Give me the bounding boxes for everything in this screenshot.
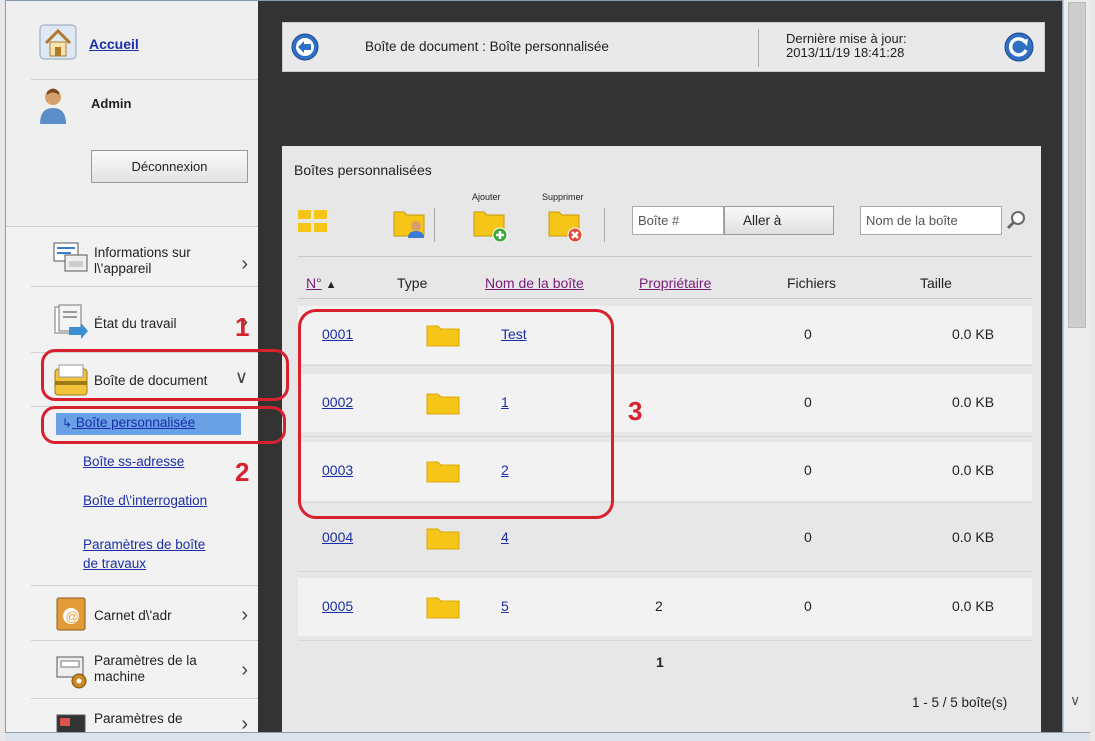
address-book-icon: @ — [56, 597, 86, 631]
box-number-input[interactable]: Boîte # — [632, 206, 724, 235]
machine-settings-icon — [56, 656, 87, 689]
menu-item-job-status[interactable]: État du travail › — [31, 287, 258, 353]
column-header-name-link[interactable]: Nom de la boîte — [485, 275, 584, 291]
column-header-name[interactable]: Nom de la boîte — [485, 275, 584, 291]
menu-item-machine-settings[interactable]: Paramètres de la machine › — [31, 641, 258, 699]
box-size: 0.0 KB — [952, 598, 995, 614]
box-number[interactable]: 0005 — [322, 598, 353, 614]
divider — [298, 298, 1032, 299]
last-update-label: Dernière mise à jour: — [786, 31, 907, 46]
add-label: Ajouter — [472, 192, 501, 202]
user-icon — [40, 88, 66, 124]
add-box-icon[interactable] — [472, 204, 512, 244]
box-number[interactable]: 0004 — [322, 529, 353, 545]
sidebar-header: Accueil Admin Déconnexion — [6, 1, 258, 227]
callout-oval-document-box — [41, 349, 289, 401]
box-owner: 2 — [655, 598, 663, 614]
menu-item-device-info[interactable]: Informations sur l\'appareil › — [31, 227, 258, 287]
submenu-item-job-box-settings[interactable]: Paramètres de boîte — [83, 537, 205, 552]
divider — [31, 79, 258, 80]
last-update-time: 2013/11/19 18:41:28 — [786, 45, 905, 60]
folder-icon — [426, 528, 460, 550]
menu-label: l\'appareil — [94, 261, 152, 276]
search-icon[interactable] — [1006, 210, 1026, 230]
breadcrumb: Boîte de document : Boîte personnalisée — [365, 39, 609, 54]
callout-number-2: 2 — [235, 457, 250, 487]
divider — [298, 571, 1032, 572]
submenu-item-subaddress-box[interactable]: Boîte ss-adresse — [83, 454, 184, 469]
column-header-owner[interactable]: Propriétaire — [639, 275, 711, 291]
list-view-icon[interactable] — [297, 206, 329, 236]
box-files: 0 — [804, 529, 812, 545]
column-header-files: Fichiers — [787, 275, 837, 291]
goto-button[interactable]: Aller à — [724, 206, 834, 235]
sort-ascending-icon: ▲ — [325, 279, 337, 291]
scroll-down-icon[interactable]: ∨ — [1070, 692, 1080, 709]
menu-item-settings[interactable]: Paramètres de › — [31, 699, 258, 733]
box-files: 0 — [804, 462, 812, 478]
page-header: Boîte de document : Boîte personnalisée … — [282, 22, 1045, 72]
callout-number-3: 3 — [628, 396, 643, 426]
callout-number-1: 1 — [235, 312, 250, 342]
home-icon[interactable] — [38, 23, 78, 61]
box-size: 0.0 KB — [952, 462, 995, 478]
divider — [758, 29, 759, 67]
scrollbar-thumb[interactable] — [1068, 2, 1086, 328]
box-name[interactable]: 4 — [501, 529, 509, 545]
box-files: 0 — [804, 326, 812, 342]
delete-label: Supprimer — [542, 192, 584, 202]
delete-box-icon[interactable] — [547, 204, 587, 244]
browser-frame: Accueil Admin Déconnexion Informations s… — [5, 0, 1063, 733]
chevron-right-icon: › — [241, 659, 248, 681]
column-header-number-link[interactable]: N° — [306, 275, 322, 291]
folder-icon — [426, 597, 460, 619]
submenu-item-polling-box[interactable]: Boîte d\'interrogation — [83, 493, 207, 508]
owner-box-icon[interactable] — [392, 204, 428, 240]
callout-oval-box-list — [298, 309, 614, 519]
job-status-icon — [54, 304, 88, 339]
box-files: 0 — [804, 598, 812, 614]
box-files: 0 — [804, 394, 812, 410]
vertical-scrollbar[interactable]: ∨ — [1063, 0, 1090, 733]
submenu-item-job-box-settings-2[interactable]: de travaux — [83, 556, 146, 571]
divider — [298, 640, 1032, 641]
box-size: 0.0 KB — [952, 326, 995, 342]
chevron-right-icon: › — [241, 713, 248, 733]
page-number[interactable]: 1 — [656, 654, 664, 670]
chevron-right-icon: › — [241, 253, 248, 275]
menu-label: Paramètres de — [94, 711, 183, 726]
user-name: Admin — [91, 96, 132, 111]
box-count: 1 - 5 / 5 boîte(s) — [912, 695, 1008, 710]
callout-oval-custom-box — [41, 406, 286, 444]
box-size: 0.0 KB — [952, 394, 995, 410]
column-header-size: Taille — [920, 275, 952, 291]
divider — [298, 256, 1032, 257]
svg-text:@: @ — [66, 609, 79, 624]
refresh-icon[interactable] — [1004, 32, 1034, 62]
device-info-icon — [53, 242, 88, 272]
box-name[interactable]: 5 — [501, 598, 509, 614]
menu-label: Paramètres de la — [94, 653, 197, 668]
menu-label: État du travail — [94, 316, 177, 331]
column-header-owner-link[interactable]: Propriétaire — [639, 275, 711, 291]
table-row[interactable]: 0005 5 2 0 0.0 KB — [298, 578, 1032, 636]
logout-button[interactable]: Déconnexion — [91, 150, 248, 183]
menu-label: machine — [94, 669, 146, 684]
toolbar-separator — [434, 208, 435, 242]
panel-title: Boîtes personnalisées — [294, 162, 432, 178]
box-name-search-input[interactable]: Nom de la boîte — [860, 206, 1002, 235]
settings-icon — [56, 714, 86, 732]
menu-label: Carnet d\'adr — [94, 608, 172, 623]
chevron-right-icon: › — [241, 604, 248, 626]
box-size: 0.0 KB — [952, 529, 995, 545]
menu-item-address-book[interactable]: @ Carnet d\'adr › — [31, 585, 258, 641]
last-update: Dernière mise à jour: 2013/11/19 18:41:2… — [786, 32, 907, 60]
column-header-number[interactable]: N° ▲ — [306, 275, 337, 291]
column-header-type: Type — [397, 275, 428, 291]
back-icon[interactable] — [291, 33, 319, 61]
home-link[interactable]: Accueil — [89, 36, 139, 52]
menu-label: Informations sur — [94, 245, 191, 260]
toolbar-separator — [604, 208, 605, 242]
